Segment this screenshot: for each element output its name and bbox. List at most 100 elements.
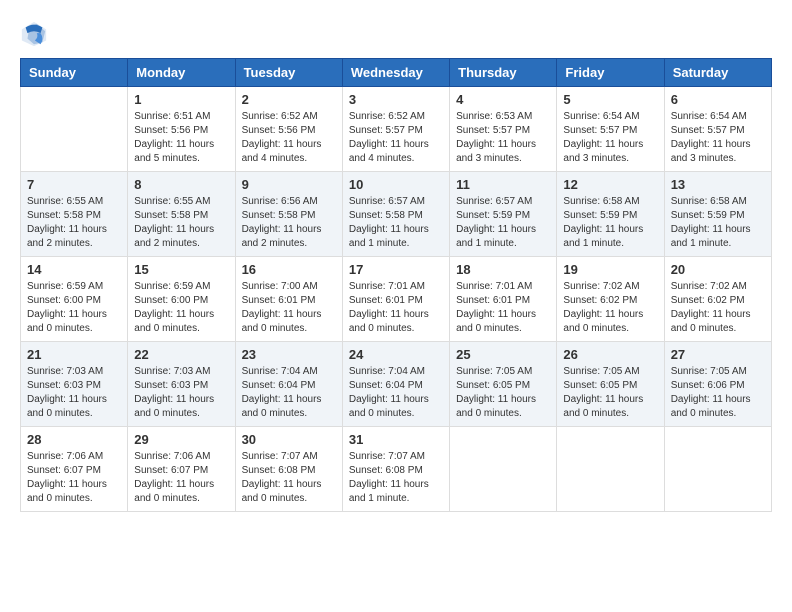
calendar-cell: 12Sunrise: 6:58 AMSunset: 5:59 PMDayligh…: [557, 172, 664, 257]
calendar-cell: 13 Sunrise: 6:58 AMSunset: 5:59 PMDayligh…: [664, 172, 771, 257]
calendar-week-2: 7 Sunrise: 6:55 AMSunset: 5:58 PMDaylight…: [21, 172, 772, 257]
day-number: 23: [242, 347, 336, 362]
calendar-cell: 6 Sunrise: 6:54 AMSunset: 5:57 PMDaylight…: [664, 87, 771, 172]
calendar-header-row: SundayMondayTuesdayWednesdayThursdayFrid…: [21, 59, 772, 87]
cell-content: Sunrise: 7:01 AMSunset: 6:01 PMDaylight:…: [349, 280, 443, 336]
cell-content: Sunrise: 7:06 AMSunset: 6:07 PMDaylight:…: [134, 450, 228, 506]
day-number: 14: [27, 262, 121, 277]
cell-content: Sunrise: 7:03 AMSunset: 6:03 PMDaylight:…: [134, 365, 228, 421]
calendar-cell: 16 Sunrise: 7:00 AMSunset: 6:01 PMDayligh…: [235, 257, 342, 342]
logo: [20, 20, 52, 48]
cell-content: Sunrise: 6:51 AMSunset: 5:56 PMDaylight:…: [134, 110, 228, 166]
day-number: 27: [671, 347, 765, 362]
calendar-cell: 19 Sunrise: 7:02 AMSunset: 6:02 PMDayligh…: [557, 257, 664, 342]
calendar-cell: 3 Sunrise: 6:52 AMSunset: 5:57 PMDaylight…: [342, 87, 449, 172]
cell-content: Sunrise: 7:02 AMSunset: 6:02 PMDaylight:…: [671, 280, 765, 336]
cell-content: Sunrise: 6:56 AMSunset: 5:58 PMDaylight:…: [242, 195, 336, 251]
calendar-cell: 30 Sunrise: 7:07 AMSunset: 6:08 PMDayligh…: [235, 427, 342, 512]
cell-content: Sunrise: 7:04 AMSunset: 6:04 PMDaylight:…: [242, 365, 336, 421]
calendar-cell: 8 Sunrise: 6:55 AMSunset: 5:58 PMDaylight…: [128, 172, 235, 257]
calendar-cell: 29Sunrise: 7:06 AMSunset: 6:07 PMDayligh…: [128, 427, 235, 512]
calendar-cell: 5 Sunrise: 6:54 AMSunset: 5:57 PMDaylight…: [557, 87, 664, 172]
header: [20, 20, 772, 48]
day-number: 11: [456, 177, 550, 192]
day-number: 7: [27, 177, 121, 192]
calendar-cell: 21 Sunrise: 7:03 AMSunset: 6:03 PMDayligh…: [21, 342, 128, 427]
calendar-cell: 20 Sunrise: 7:02 AMSunset: 6:02 PMDayligh…: [664, 257, 771, 342]
day-number: 21: [27, 347, 121, 362]
calendar-cell: 10 Sunrise: 6:57 AMSunset: 5:58 PMDayligh…: [342, 172, 449, 257]
cell-content: Sunrise: 7:02 AMSunset: 6:02 PMDaylight:…: [563, 280, 657, 336]
col-header-thursday: Thursday: [450, 59, 557, 87]
cell-content: Sunrise: 6:55 AMSunset: 5:58 PMDaylight:…: [134, 195, 228, 251]
day-number: 24: [349, 347, 443, 362]
calendar-cell: 31 Sunrise: 7:07 AMSunset: 6:08 PMDayligh…: [342, 427, 449, 512]
day-number: 16: [242, 262, 336, 277]
calendar-cell: 23 Sunrise: 7:04 AMSunset: 6:04 PMDayligh…: [235, 342, 342, 427]
calendar-cell: 4 Sunrise: 6:53 AMSunset: 5:57 PMDaylight…: [450, 87, 557, 172]
cell-content: Sunrise: 7:01 AMSunset: 6:01 PMDaylight:…: [456, 280, 550, 336]
calendar-cell: 2 Sunrise: 6:52 AMSunset: 5:56 PMDaylight…: [235, 87, 342, 172]
day-number: 15: [134, 262, 228, 277]
calendar-cell: 1 Sunrise: 6:51 AMSunset: 5:56 PMDaylight…: [128, 87, 235, 172]
cell-content: Sunrise: 7:03 AMSunset: 6:03 PMDaylight:…: [27, 365, 121, 421]
calendar-cell: 7Sunrise: 6:55 AMSunset: 5:58 PMDaylight…: [21, 172, 128, 257]
col-header-friday: Friday: [557, 59, 664, 87]
cell-content: Sunrise: 6:58 AMSunset: 5:59 PMDaylight:…: [671, 195, 765, 251]
cell-content: Sunrise: 6:59 AMSunset: 6:00 PMDaylight:…: [134, 280, 228, 336]
col-header-wednesday: Wednesday: [342, 59, 449, 87]
cell-content: Sunrise: 6:53 AMSunset: 5:57 PMDaylight:…: [456, 110, 550, 166]
cell-content: Sunrise: 7:06 AMSunset: 6:07 PMDaylight:…: [27, 450, 121, 506]
cell-content: Sunrise: 7:00 AMSunset: 6:01 PMDaylight:…: [242, 280, 336, 336]
day-number: 6: [671, 92, 765, 107]
calendar-cell: 15 Sunrise: 6:59 AMSunset: 6:00 PMDayligh…: [128, 257, 235, 342]
day-number: 20: [671, 262, 765, 277]
day-number: 30: [242, 432, 336, 447]
col-header-tuesday: Tuesday: [235, 59, 342, 87]
day-number: 10: [349, 177, 443, 192]
calendar-cell: 9Sunrise: 6:56 AMSunset: 5:58 PMDaylight…: [235, 172, 342, 257]
cell-content: Sunrise: 7:04 AMSunset: 6:04 PMDaylight:…: [349, 365, 443, 421]
day-number: 26: [563, 347, 657, 362]
calendar-cell: 18 Sunrise: 7:01 AMSunset: 6:01 PMDayligh…: [450, 257, 557, 342]
calendar-week-3: 14 Sunrise: 6:59 AMSunset: 6:00 PMDayligh…: [21, 257, 772, 342]
day-number: 2: [242, 92, 336, 107]
day-number: 22: [134, 347, 228, 362]
day-number: 25: [456, 347, 550, 362]
cell-content: Sunrise: 6:57 AMSunset: 5:58 PMDaylight:…: [349, 195, 443, 251]
day-number: 12: [563, 177, 657, 192]
calendar-cell: 11Sunrise: 6:57 AMSunset: 5:59 PMDayligh…: [450, 172, 557, 257]
day-number: 1: [134, 92, 228, 107]
calendar-cell: 26Sunrise: 7:05 AMSunset: 6:05 PMDayligh…: [557, 342, 664, 427]
cell-content: Sunrise: 7:07 AMSunset: 6:08 PMDaylight:…: [349, 450, 443, 506]
cell-content: Sunrise: 6:52 AMSunset: 5:56 PMDaylight:…: [242, 110, 336, 166]
day-number: 18: [456, 262, 550, 277]
calendar-cell: 24 Sunrise: 7:04 AMSunset: 6:04 PMDayligh…: [342, 342, 449, 427]
day-number: 28: [27, 432, 121, 447]
cell-content: Sunrise: 6:52 AMSunset: 5:57 PMDaylight:…: [349, 110, 443, 166]
day-number: 8: [134, 177, 228, 192]
cell-content: Sunrise: 7:05 AMSunset: 6:05 PMDaylight:…: [456, 365, 550, 421]
calendar-cell: 25 Sunrise: 7:05 AMSunset: 6:05 PMDayligh…: [450, 342, 557, 427]
day-number: 4: [456, 92, 550, 107]
day-number: 3: [349, 92, 443, 107]
calendar-cell: [557, 427, 664, 512]
cell-content: Sunrise: 7:05 AMSunset: 6:06 PMDaylight:…: [671, 365, 765, 421]
day-number: 19: [563, 262, 657, 277]
calendar-cell: 17Sunrise: 7:01 AMSunset: 6:01 PMDayligh…: [342, 257, 449, 342]
calendar-week-1: 1 Sunrise: 6:51 AMSunset: 5:56 PMDaylight…: [21, 87, 772, 172]
cell-content: Sunrise: 7:07 AMSunset: 6:08 PMDaylight:…: [242, 450, 336, 506]
calendar-cell: [664, 427, 771, 512]
cell-content: Sunrise: 6:59 AMSunset: 6:00 PMDaylight:…: [27, 280, 121, 336]
day-number: 13: [671, 177, 765, 192]
calendar-cell: 28 Sunrise: 7:06 AMSunset: 6:07 PMDayligh…: [21, 427, 128, 512]
calendar-week-4: 21 Sunrise: 7:03 AMSunset: 6:03 PMDayligh…: [21, 342, 772, 427]
calendar-cell: 27 Sunrise: 7:05 AMSunset: 6:06 PMDayligh…: [664, 342, 771, 427]
day-number: 5: [563, 92, 657, 107]
cell-content: Sunrise: 6:54 AMSunset: 5:57 PMDaylight:…: [671, 110, 765, 166]
day-number: 31: [349, 432, 443, 447]
calendar-table: SundayMondayTuesdayWednesdayThursdayFrid…: [20, 58, 772, 512]
calendar-cell: [21, 87, 128, 172]
cell-content: Sunrise: 6:54 AMSunset: 5:57 PMDaylight:…: [563, 110, 657, 166]
col-header-saturday: Saturday: [664, 59, 771, 87]
